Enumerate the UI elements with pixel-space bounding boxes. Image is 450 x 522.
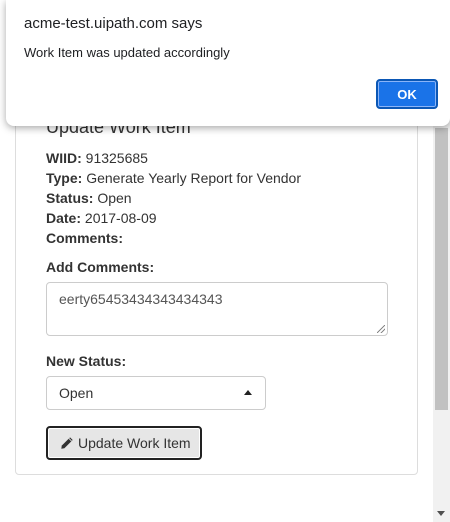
scrollbar-thumb[interactable] bbox=[435, 128, 448, 410]
new-status-label: New Status: bbox=[46, 353, 127, 369]
status-row: Status: Open bbox=[46, 189, 132, 207]
caret-up-icon bbox=[244, 390, 252, 395]
date-label: Date: bbox=[46, 210, 82, 226]
date-value: 2017-08-09 bbox=[84, 210, 157, 226]
comments-label: Comments: bbox=[46, 230, 124, 246]
update-work-item-label: Update Work Item bbox=[78, 435, 191, 451]
alert-message: Work Item was updated accordingly bbox=[24, 45, 230, 60]
resize-grip-icon[interactable] bbox=[377, 325, 385, 333]
wiid-label: WIID: bbox=[46, 150, 82, 166]
new-status-select[interactable]: Open bbox=[46, 376, 266, 410]
wiid-row: WIID: 91325685 bbox=[46, 149, 148, 167]
type-row: Type: Generate Yearly Report for Vendor bbox=[46, 169, 301, 187]
add-comments-label: Add Comments: bbox=[46, 259, 155, 275]
add-comments-text: eerty65453434343434343 bbox=[59, 291, 223, 307]
update-work-item-button[interactable]: Update Work Item bbox=[46, 426, 202, 460]
work-item-panel: Update Work Item WIID: 91325685 Type: Ge… bbox=[15, 90, 418, 475]
scroll-down-arrow-icon[interactable] bbox=[437, 511, 445, 516]
add-comments-textarea[interactable]: eerty65453434343434343 bbox=[46, 282, 388, 336]
status-value: Open bbox=[97, 190, 132, 206]
alert-dialog: acme-test.uipath.com says Work Item was … bbox=[6, 0, 450, 126]
comments-row: Comments: bbox=[46, 229, 123, 247]
date-row: Date: 2017-08-09 bbox=[46, 209, 157, 227]
ok-button[interactable]: OK bbox=[376, 79, 438, 109]
new-status-selected-value: Open bbox=[59, 385, 94, 401]
wiid-value: 91325685 bbox=[85, 150, 148, 166]
browser-page: Update Work Item WIID: 91325685 Type: Ge… bbox=[0, 0, 450, 522]
alert-title: acme-test.uipath.com says bbox=[24, 15, 203, 32]
type-value: Generate Yearly Report for Vendor bbox=[86, 170, 302, 186]
type-label: Type: bbox=[46, 170, 83, 186]
pencil-icon bbox=[61, 437, 73, 449]
status-label: Status: bbox=[46, 190, 94, 206]
